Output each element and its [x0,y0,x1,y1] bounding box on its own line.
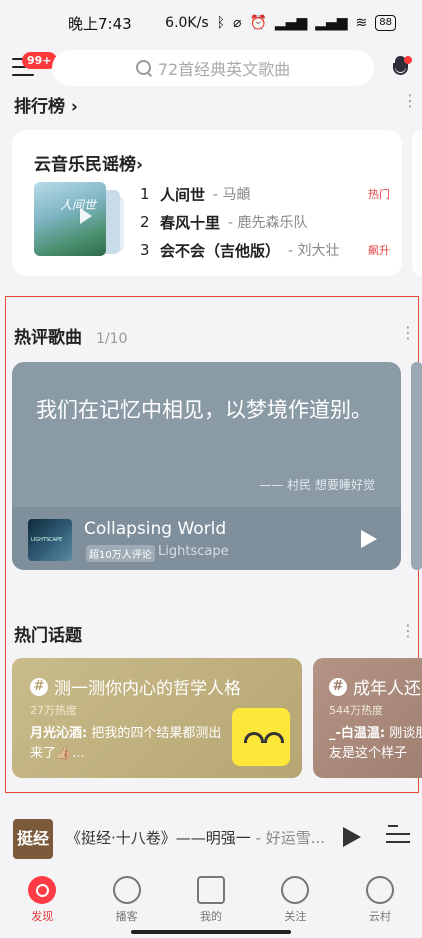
playlist-icon[interactable] [386,825,410,849]
home-indicator [131,930,291,934]
village-icon [365,876,394,904]
tab-label: 云村 [368,910,391,923]
tab-mine[interactable]: 我的 [169,868,253,928]
playlist-line [386,833,410,835]
playlist-line [388,825,398,827]
topic-comment-user: 月光沁酒: [30,726,88,741]
bluetooth-icon: ᛒ [216,15,226,31]
album-cover-front: 人间世 [34,182,106,256]
topic-title: 成年人还 [353,679,421,699]
signal-icon: ▂▄▆ [315,15,348,31]
topic-title: 测一测你内心的哲学人格 [54,679,241,699]
tab-label: 关注 [284,910,307,923]
rank-artist: - 鹿先森乐队 [228,215,308,231]
ranking-card-next[interactable] [412,130,422,276]
rank-number: 1 [140,185,150,203]
status-icons: 6.0K/s ᛒ ⌀ ⏰ ▂▄▆ ▂▄▆ ≋ 88 [165,15,396,31]
ranking-row[interactable]: 3 会不会（吉他版） - 刘大壮 飙升 [140,236,390,264]
tab-follow[interactable]: 关注 [253,868,337,928]
tab-podcast[interactable]: 播客 [84,868,168,928]
comment-count-badge: 超10万人评论 [86,545,155,562]
hot-comments-page: 1/10 [96,331,128,347]
music-note-icon [197,876,226,904]
topic-comment-user: _-白温温: [329,726,386,741]
player-cover: 挺经 [13,819,53,859]
alarm-icon: ⏰ [249,15,267,31]
song-artist: Lightscape [158,544,229,559]
battery-icon: 88 [375,15,396,31]
topic-card[interactable]: # 成年人还 544万热度 _-白温温: 刚谈朋友是这个样子 [313,658,422,778]
rank-song: 人间世 [160,185,206,204]
more-icon[interactable]: ⋮ [400,623,416,639]
tab-discover[interactable]: 发现 [0,868,84,928]
mini-player[interactable]: 挺经 《挺经·十八卷》——明强一 - 好运雪... [0,807,422,865]
discover-icon [28,876,57,904]
comment-song-bar[interactable]: Collapsing World 超10万人评论 Lightscape [12,507,401,570]
hot-comments-header: 热评歌曲 1/10 [14,323,127,348]
play-icon[interactable] [343,827,361,847]
signal-icon: ▂▄▆ [274,15,308,31]
user-icon [281,876,310,904]
ranking-card-title[interactable]: 云音乐民谣榜› [34,150,143,175]
ranking-section-title[interactable]: 排行榜 › [14,92,78,114]
ranking-card[interactable]: 云音乐民谣榜› 人间世 1 人间世 - 马頔 热门 2 春风十里 - 鹿先森乐队… [12,130,402,276]
ranking-row[interactable]: 1 人间世 - 马頔 热门 [140,180,390,208]
mic-dot [404,56,412,64]
tab-village[interactable]: 云村 [338,868,422,928]
hot-comments-title: 热评歌曲 [14,328,82,348]
play-icon[interactable] [361,530,377,548]
topic-card[interactable]: # 测一测你内心的哲学人格 27万热度 月光沁酒: 把我的四个结果都测出来了👍🏼… [12,658,302,778]
rank-tag: 热门 [368,188,390,201]
network-speed: 6.0K/s [165,15,209,31]
top-header: 99+ 72首经典英文歌曲 [0,46,422,90]
more-icon[interactable]: ⋮ [402,93,418,109]
rank-tag: 飙升 [368,244,390,257]
ranking-list: 1 人间世 - 马頔 热门 2 春风十里 - 鹿先森乐队 3 会不会（吉他版） … [140,180,390,264]
comment-card-next[interactable] [411,362,422,570]
topic-comment: _-白温温: 刚谈朋友是这个样子 [329,724,422,764]
podcast-icon [112,876,141,904]
album-cover[interactable]: 人间世 [34,182,124,256]
status-bar: 晚上7:43 6.0K/s ᛒ ⌀ ⏰ ▂▄▆ ▂▄▆ ≋ 88 [0,0,422,46]
rank-number: 3 [140,241,150,259]
rank-artist: - 马頔 [213,187,251,203]
song-title: Collapsing World [84,519,227,539]
topic-heat: 544万热度 [329,704,383,717]
search-placeholder: 72首经典英文歌曲 [157,60,291,79]
comment-author: —— 村民 想要睡好觉 [259,478,375,492]
hashtag-icon: # [329,678,347,696]
player-text: 《挺经·十八卷》——明强一 - 好运雪... [66,827,334,848]
topic-comment: 月光沁酒: 把我的四个结果都测出来了👍🏼... [30,724,226,764]
status-time: 晚上7:43 [68,14,132,33]
more-icon[interactable]: ⋮ [400,325,416,341]
rank-song: 会不会（吉他版） [160,241,281,260]
hot-topics-title: 热门话题 [14,626,82,646]
search-input[interactable]: 72首经典英文歌曲 [52,50,374,86]
album-cover-text: 人间世 [60,198,97,212]
rank-artist: - 刘大壮 [288,243,340,259]
player-artist: - 好运雪... [250,829,326,847]
comment-text: 我们在记忆中相见，以梦境作道别。 [36,398,372,422]
menu-line [12,74,34,76]
search-icon [135,60,152,76]
player-title: 《挺经·十八卷》——明强一 [66,829,251,847]
topic-heat: 27万热度 [30,704,77,717]
mute-icon: ⌀ [233,15,242,31]
song-thumbnail [28,519,72,561]
comment-card[interactable]: 我们在记忆中相见，以梦境作道别。 —— 村民 想要睡好觉 Collapsing … [12,362,401,570]
tab-label: 发现 [31,910,54,923]
wifi-icon: ≋ [355,15,368,31]
tab-label: 播客 [115,910,138,923]
tab-label: 我的 [200,910,223,923]
smile-emoji-icon [232,708,290,766]
ranking-row[interactable]: 2 春风十里 - 鹿先森乐队 [140,208,390,236]
voice-search-button[interactable] [388,54,414,82]
rank-song: 春风十里 [160,213,221,232]
tab-bar: 发现 播客 我的 关注 云村 [0,868,422,928]
playlist-line [386,841,410,843]
hashtag-icon: # [30,678,48,696]
rank-number: 2 [140,213,150,231]
